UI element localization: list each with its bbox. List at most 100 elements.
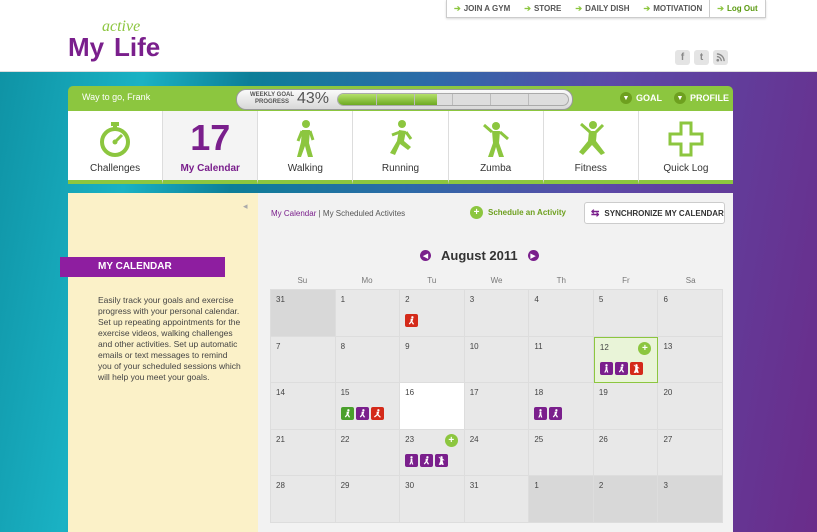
day-number: 27 xyxy=(663,434,673,444)
calendar-day[interactable]: 15 xyxy=(335,383,401,430)
calendar-day[interactable]: 3 xyxy=(464,290,530,337)
calendar-day[interactable]: 3 xyxy=(658,476,724,523)
schedule-activity-button[interactable]: + Schedule an Activity xyxy=(470,206,566,219)
sidebar-title: MY CALENDAR xyxy=(60,257,225,277)
tile-quick-log[interactable]: Quick Log xyxy=(638,111,733,184)
day-number: 3 xyxy=(663,481,668,490)
progress-divider xyxy=(414,94,415,105)
calendar-day[interactable]: 18 xyxy=(529,383,594,430)
day-activities xyxy=(534,407,563,420)
calendar-day[interactable]: 11 xyxy=(529,336,594,383)
twitter-icon[interactable]: t xyxy=(694,50,709,65)
calendar-day-today[interactable]: 16 xyxy=(400,383,465,430)
arrow-icon: ➔ xyxy=(717,4,724,13)
calendar-day[interactable]: 5 xyxy=(593,290,659,337)
activity-tiles: Challenges 17 My Calendar Walking Runnin… xyxy=(68,111,733,184)
add-activity-icon[interactable]: + xyxy=(638,341,652,355)
fitness-activity-icon[interactable] xyxy=(370,407,384,420)
calendar-day[interactable]: 21 xyxy=(271,429,336,476)
arrow-icon: ➔ xyxy=(643,4,651,13)
nav-label: MOTIVATION xyxy=(653,4,703,13)
day-number: 18 xyxy=(534,388,544,397)
calendar-day[interactable]: 17 xyxy=(464,383,530,430)
calendar-day[interactable]: 28 xyxy=(271,476,336,523)
running-activity-icon[interactable] xyxy=(355,407,369,420)
crumb-scheduled[interactable]: My Scheduled Activites xyxy=(323,209,405,218)
calendar-day[interactable]: 29 xyxy=(335,476,401,523)
calendar-day[interactable]: 2 xyxy=(400,290,465,337)
calendar-day[interactable]: 20 xyxy=(658,383,724,430)
prev-month-icon[interactable]: ◀ xyxy=(420,250,431,261)
running-activity-icon[interactable] xyxy=(614,361,628,375)
walking-activity-icon[interactable] xyxy=(534,407,548,420)
tile-running[interactable]: Running xyxy=(353,111,449,184)
calendar-day[interactable]: 22 xyxy=(335,429,401,476)
calendar-day[interactable]: 10 xyxy=(464,336,530,383)
tile-label: Running xyxy=(381,163,420,174)
logout-link[interactable]: ➔ Log Out xyxy=(709,0,764,17)
calendar-day[interactable]: 1 xyxy=(529,476,594,523)
nav-join-gym[interactable]: ➔ JOIN A GYM xyxy=(447,0,517,17)
day-activities xyxy=(405,453,449,467)
tile-fitness[interactable]: Fitness xyxy=(543,111,639,184)
calendar-week: 14 15 16 17 18 19 20 xyxy=(271,383,724,430)
running-activity-icon[interactable] xyxy=(420,453,434,467)
calendar-day[interactable]: 30 xyxy=(400,476,465,523)
calendar-day[interactable]: 24 xyxy=(464,429,530,476)
calendar-day[interactable]: 8 xyxy=(335,336,401,383)
calendar-day[interactable]: 19 xyxy=(593,383,659,430)
calendar-day[interactable]: 31 xyxy=(464,476,530,523)
running-activity-icon[interactable] xyxy=(405,314,419,327)
calendar-day[interactable]: 14 xyxy=(271,383,336,430)
calendar-day[interactable]: 27 xyxy=(658,429,724,476)
logo-life: Life xyxy=(114,32,161,62)
calendar-day[interactable]: 2 xyxy=(593,476,659,523)
calendar-day[interactable]: 31 xyxy=(271,290,336,337)
goal-link[interactable]: ▼ GOAL xyxy=(620,92,662,104)
day-number: 17 xyxy=(469,388,479,397)
walking-activity-icon[interactable] xyxy=(599,361,613,375)
calendar-day-selected[interactable]: 12 + xyxy=(593,336,659,383)
calendar-day[interactable]: 7 xyxy=(271,336,336,383)
plus-icon xyxy=(668,121,704,157)
calendar-day[interactable]: 1 xyxy=(335,290,401,337)
weekday-label: Su xyxy=(297,276,308,285)
calendar-day[interactable]: 9 xyxy=(400,336,465,383)
crumb-my-calendar[interactable]: My Calendar xyxy=(271,209,316,218)
calendar-week: 7 8 9 10 11 12 + 13 xyxy=(271,336,724,383)
profile-link[interactable]: ▼ PROFILE xyxy=(674,92,729,104)
my-active-life-logo[interactable]: My active Life xyxy=(68,18,178,66)
calendar-day[interactable]: 6 xyxy=(658,290,724,337)
rss-icon[interactable] xyxy=(713,50,728,65)
synchronize-calendar-button[interactable]: ⇆ SYNCHRONIZE MY CALENDAR xyxy=(584,202,725,224)
zumba-activity-icon[interactable] xyxy=(435,453,449,467)
day-number: 29 xyxy=(340,481,350,490)
nav-daily-dish[interactable]: ➔ DAILY DISH xyxy=(568,0,636,17)
calendar-day[interactable]: 25 xyxy=(529,429,594,476)
next-month-icon[interactable]: ▶ xyxy=(527,250,539,261)
running-activity-icon[interactable] xyxy=(549,407,563,420)
progress-divider xyxy=(528,94,529,105)
calendar-day[interactable]: 23 + xyxy=(400,429,465,476)
facebook-icon[interactable]: f xyxy=(675,50,690,65)
day-number: 8 xyxy=(340,341,346,351)
calendar-day[interactable]: 4 xyxy=(529,290,594,337)
collapse-arrow-icon[interactable]: ◂ xyxy=(243,201,248,212)
plus-icon: + xyxy=(470,206,483,219)
nav-store[interactable]: ➔ STORE xyxy=(517,0,568,17)
calendar-day[interactable]: 13 xyxy=(658,336,724,383)
tile-zumba[interactable]: Zumba xyxy=(448,111,544,184)
tile-label: Challenges xyxy=(90,163,141,174)
add-activity-icon[interactable]: + xyxy=(444,433,458,447)
walking-activity-icon[interactable] xyxy=(405,453,419,467)
running-activity-icon[interactable] xyxy=(340,407,354,420)
nav-motivation[interactable]: ➔ MOTIVATION xyxy=(637,0,710,17)
tile-walking[interactable]: Walking xyxy=(258,111,354,184)
calendar-day[interactable]: 26 xyxy=(593,429,659,476)
nav-label: STORE xyxy=(533,4,562,13)
tile-challenges[interactable]: Challenges xyxy=(68,111,164,184)
day-number: 31 xyxy=(276,295,285,304)
tile-my-calendar[interactable]: 17 My Calendar xyxy=(163,111,259,184)
zumba-activity-icon[interactable] xyxy=(629,361,643,375)
calendar-panel: My Calendar | My Scheduled Activites + S… xyxy=(258,193,733,532)
